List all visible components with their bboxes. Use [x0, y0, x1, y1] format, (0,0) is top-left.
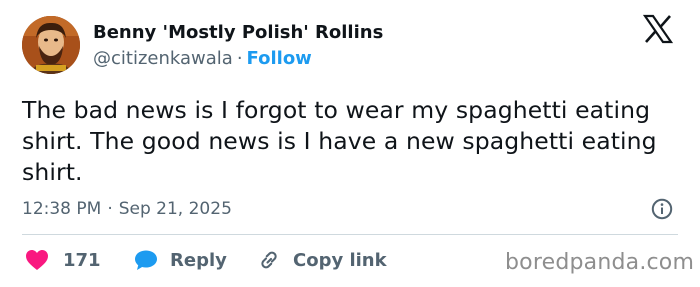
link-icon: [261, 251, 277, 269]
tweet-time: 12:38 PM: [22, 199, 102, 219]
tweet-timestamp[interactable]: 12:38 PM · Sep 21, 2025: [22, 199, 232, 219]
tweet-text: The bad news is I forgot to wear my spag…: [22, 96, 657, 186]
watermark: boredpanda.com: [505, 250, 695, 275]
info-icon[interactable]: [651, 198, 673, 220]
x-logo-icon[interactable]: [643, 14, 673, 44]
reply-button[interactable]: Reply: [134, 249, 227, 271]
avatar-image: [22, 16, 80, 74]
author-handle[interactable]: @citizenkawala: [93, 48, 233, 69]
copy-link-button[interactable]: Copy link: [257, 249, 387, 271]
reply-label: Reply: [170, 249, 227, 271]
follow-button[interactable]: Follow: [247, 48, 312, 69]
like-button[interactable]: 171: [25, 249, 101, 271]
like-count: 171: [63, 249, 101, 271]
heart-icon: [26, 250, 48, 270]
speech-bubble-icon: [135, 250, 157, 270]
copy-link-label: Copy link: [293, 249, 387, 271]
divider: [22, 234, 678, 235]
author-display-name[interactable]: Benny 'Mostly Polish' Rollins: [93, 22, 383, 43]
tweet-date: Sep 21, 2025: [118, 199, 232, 219]
author-handle-row: @citizenkawala · Follow: [93, 48, 312, 69]
timestamp-separator: ·: [107, 199, 113, 219]
handle-separator: ·: [236, 48, 243, 69]
avatar[interactable]: [22, 16, 80, 74]
